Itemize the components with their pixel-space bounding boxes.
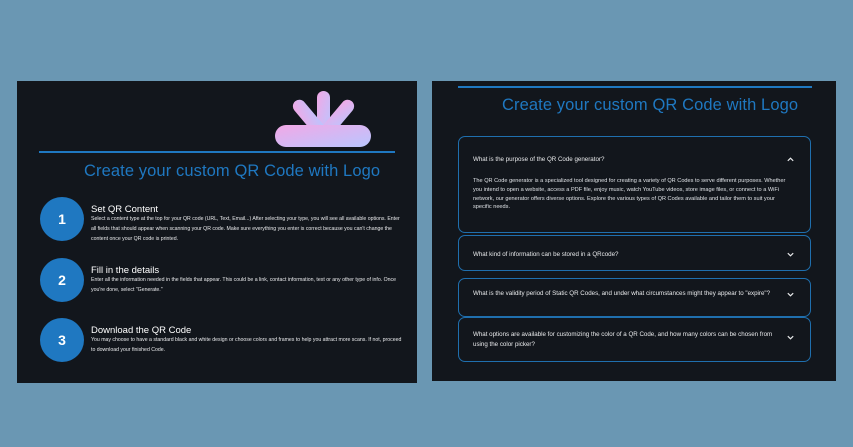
- faq-question[interactable]: What is the validity period of Static QR…: [473, 289, 773, 299]
- faq-question[interactable]: What is the purpose of the QR Code gener…: [473, 155, 773, 165]
- step-title: Set QR Content: [91, 204, 159, 215]
- step-number-badge: 1: [40, 197, 84, 241]
- faq-item-purpose[interactable]: What is the purpose of the QR Code gener…: [458, 136, 811, 233]
- step-number-badge: 3: [40, 318, 84, 362]
- page-title: Create your custom QR Code with Logo: [502, 96, 799, 114]
- faq-item-colors[interactable]: What options are available for customizi…: [458, 317, 811, 362]
- page-title: Create your custom QR Code with Logo: [84, 162, 381, 180]
- faq-question[interactable]: What options are available for customizi…: [473, 330, 773, 349]
- burst-logo-icon: [275, 91, 371, 147]
- faq-item-storage[interactable]: What kind of information can be stored i…: [458, 235, 811, 271]
- chevron-up-icon[interactable]: [786, 155, 795, 164]
- step-number-badge: 2: [40, 258, 84, 302]
- divider-line: [39, 151, 395, 153]
- how-to-panel: Create your custom QR Code with Logo 1 S…: [17, 81, 417, 383]
- chevron-down-icon[interactable]: [786, 333, 795, 342]
- step-description: Enter all the information needed in the …: [91, 277, 396, 293]
- faq-question[interactable]: What kind of information can be stored i…: [473, 250, 773, 260]
- divider-line: [458, 86, 812, 88]
- chevron-down-icon[interactable]: [786, 290, 795, 299]
- step-title: Fill in the details: [91, 265, 160, 276]
- step-description: Select a content type at the top for you…: [91, 216, 400, 242]
- chevron-down-icon[interactable]: [786, 250, 795, 259]
- faq-panel: Create your custom QR Code with Logo Wha…: [432, 81, 836, 381]
- faq-answer: The QR Code generator is a specialized t…: [473, 178, 786, 211]
- step-description: You may choose to have a standard black …: [91, 337, 402, 353]
- step-title: Download the QR Code: [91, 325, 192, 336]
- faq-item-validity[interactable]: What is the validity period of Static QR…: [458, 278, 811, 317]
